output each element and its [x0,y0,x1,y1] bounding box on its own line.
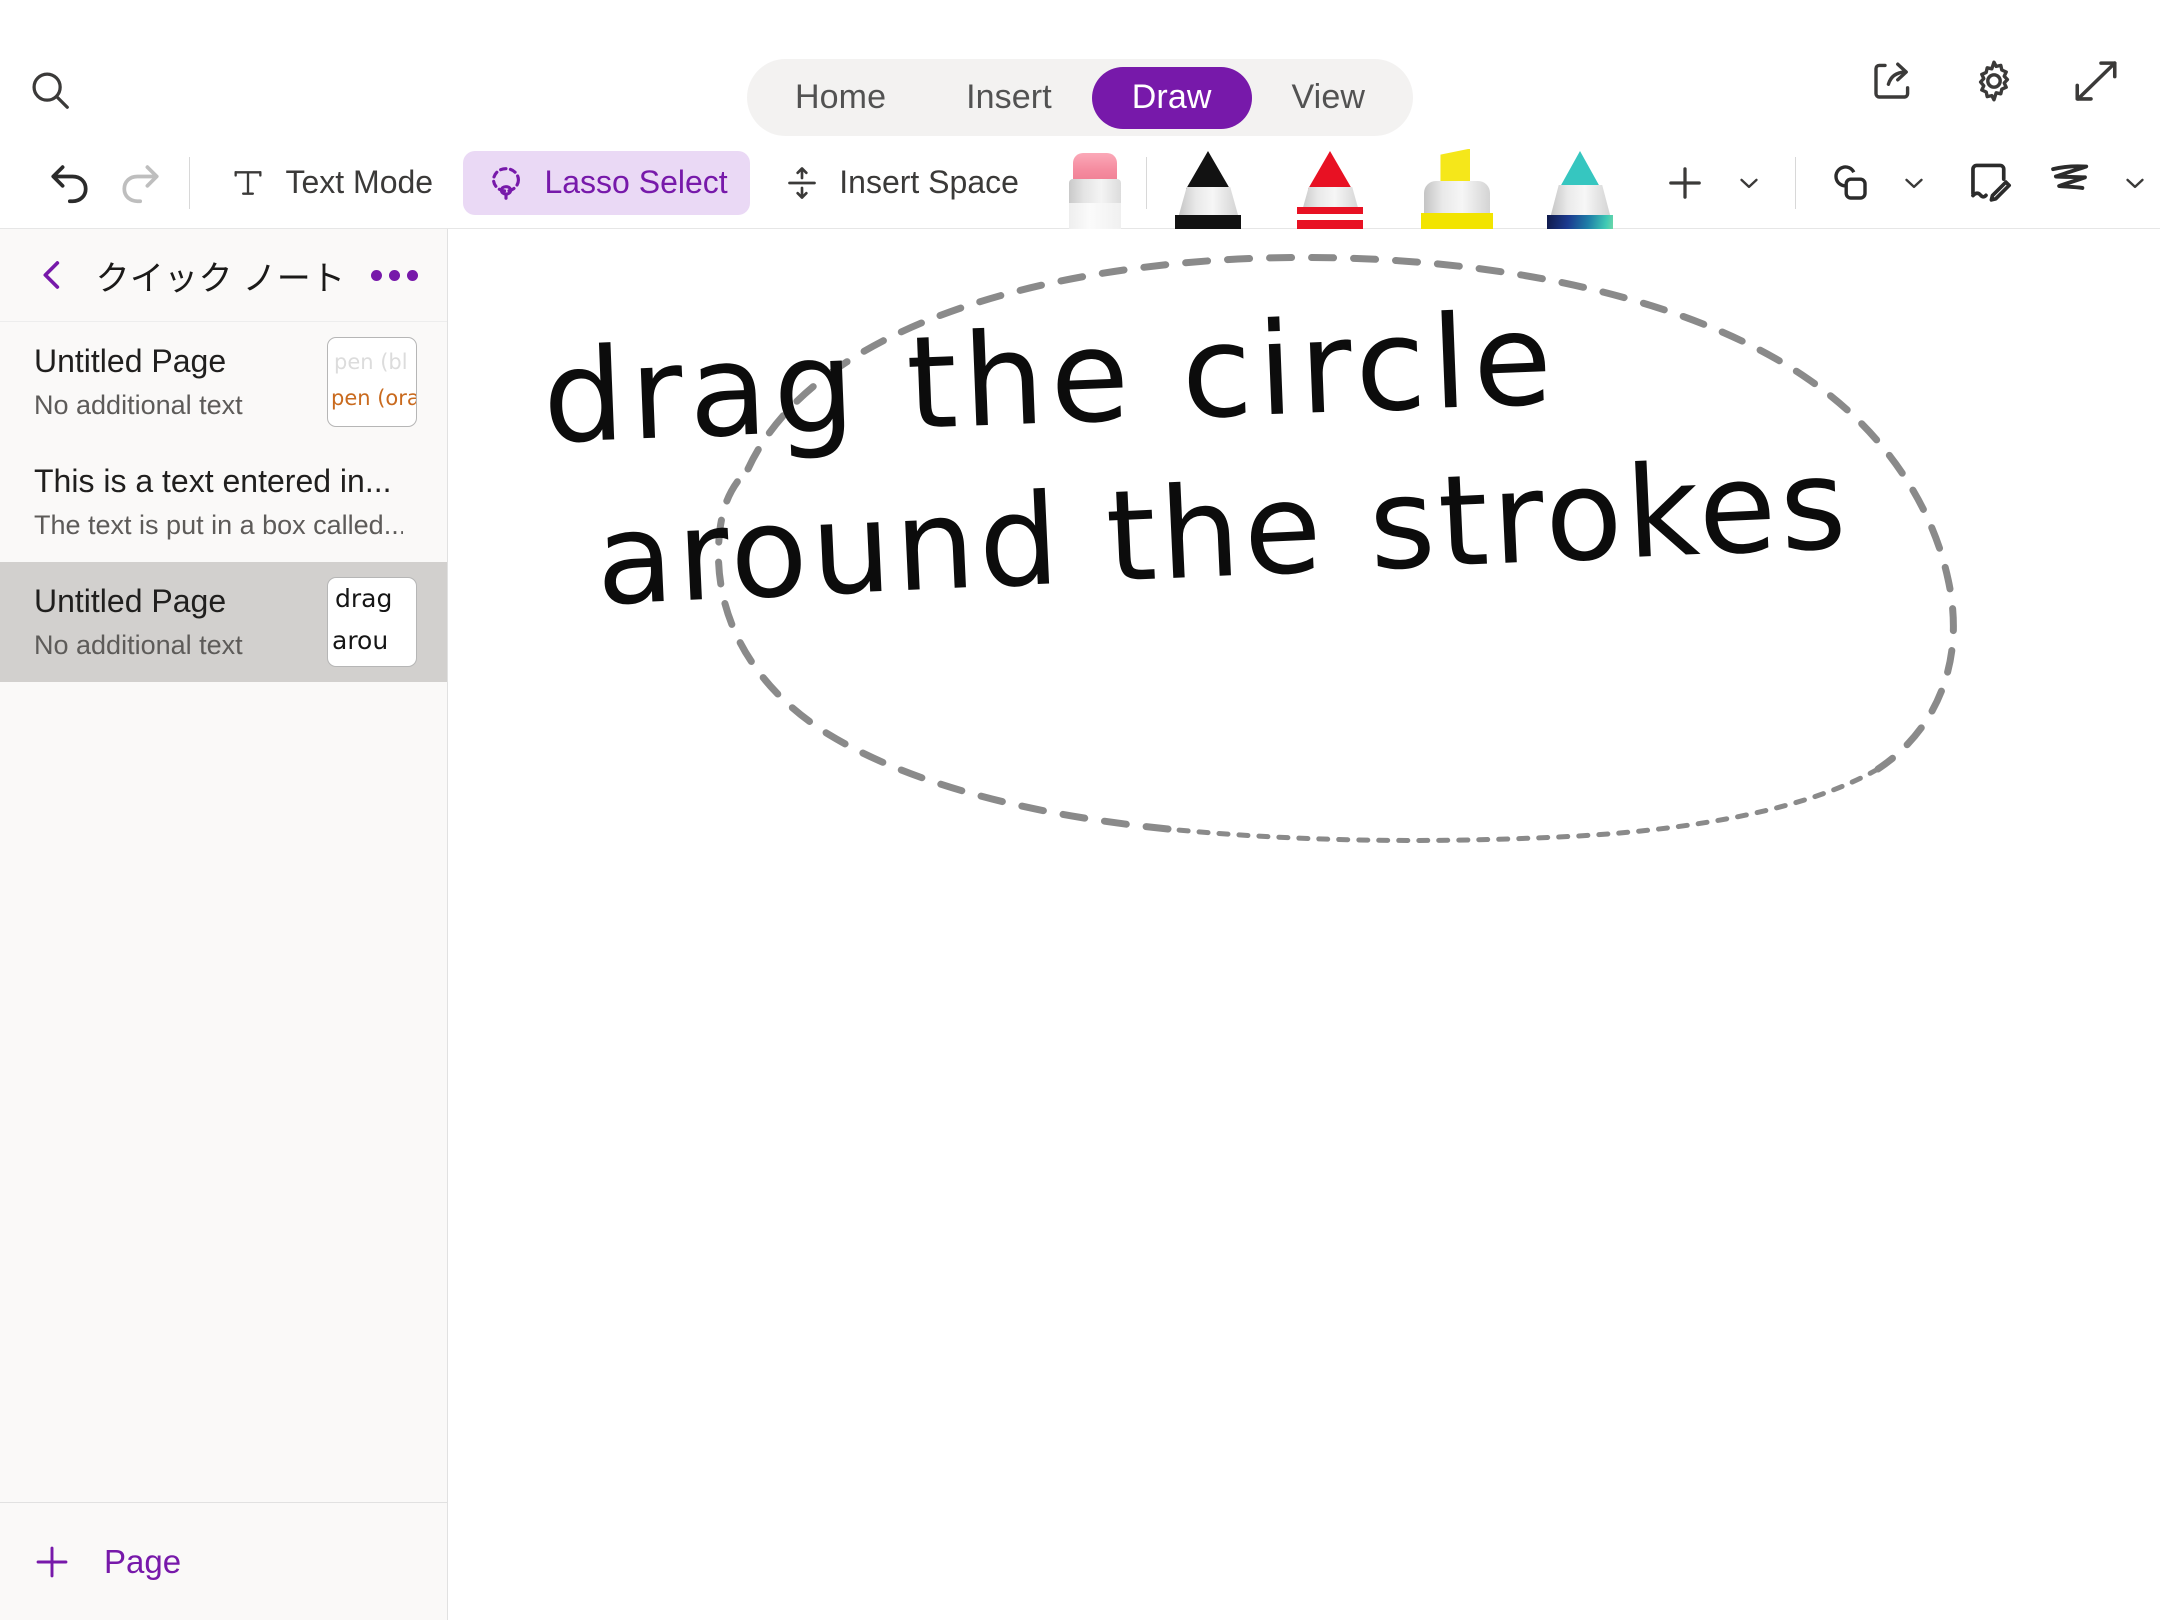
expand-icon[interactable] [2068,53,2124,109]
gear-icon[interactable] [1966,53,2022,109]
page-thumbnail: pen (bl pen (ora [327,337,417,427]
lasso-icon [485,162,527,204]
app-root: Home Insert Draw View [0,0,2160,1620]
chevron-down-icon [1899,168,1929,198]
ribbon-divider [189,157,190,209]
back-chevron-icon[interactable] [30,253,74,297]
sidebar-footer: Page [0,1502,447,1620]
redo-button[interactable] [111,149,167,217]
page-item-subtitle: The text is put in a box called... [34,505,403,545]
top-bar: Home Insert Draw View [0,0,2160,137]
insert-space-icon [782,163,822,203]
lasso-select-button[interactable]: Lasso Select [463,151,749,215]
tab-draw[interactable]: Draw [1092,67,1252,129]
draw-ribbon: Text Mode Lasso Select I [0,137,2160,229]
pen-tray [1059,137,1131,229]
add-page-button[interactable]: Page [30,1540,181,1584]
tools-divider [1795,157,1796,209]
add-page-label: Page [104,1543,181,1581]
sidebar-header: クイック ノート [0,229,447,322]
page-item-title: Untitled Page [34,339,313,383]
search-icon[interactable] [22,62,78,118]
add-pen-button[interactable] [1652,151,1774,215]
notebook-title: クイック ノート [74,251,367,300]
page-thumbnail: drag arou [327,577,417,667]
insert-space-label: Insert Space [839,164,1019,201]
tab-view[interactable]: View [1252,67,1405,129]
page-item-subtitle: No additional text [34,625,313,665]
ink-replay-button[interactable] [2034,151,2160,215]
lasso-selection-outline [448,229,2160,1620]
page-item-text: This is a text entered in... The text is… [34,459,417,545]
thumbnail-ink-line: pen (bl [334,350,408,374]
tab-home[interactable]: Home [755,67,926,129]
thumbnail-ink-line: drag [335,584,392,613]
page-list-item-selected[interactable]: Untitled Page No additional text drag ar… [0,562,447,682]
more-options-icon[interactable] [367,253,421,297]
page-list-item[interactable]: Untitled Page No additional text pen (bl… [0,322,447,442]
thumbnail-ink-line: pen (ora [331,386,417,410]
note-canvas[interactable]: drag the circle around the strokes [448,229,2160,1620]
eraser-tool[interactable] [1059,137,1131,229]
thumbnail-ink-line: arou [332,626,388,655]
shapes-button[interactable] [1817,151,1939,215]
pen-divider [1146,157,1147,209]
plus-icon [1662,160,1708,206]
text-mode-icon [228,163,268,203]
text-mode-label: Text Mode [285,164,433,201]
lasso-select-label: Lasso Select [544,164,727,201]
main-body: クイック ノート Untitled Page No additional tex… [0,229,2160,1620]
shapes-icon [1827,159,1875,207]
pen-galaxy-tool[interactable] [1538,137,1626,229]
scribble-icon [2044,157,2096,209]
chevron-down-icon [2120,168,2150,198]
text-mode-button[interactable]: Text Mode [212,151,449,215]
top-bar-actions [1864,53,2124,109]
pages-list: Untitled Page No additional text pen (bl… [0,322,447,1502]
pen-black-tool[interactable] [1166,137,1254,229]
pen-red-tool[interactable] [1288,137,1376,229]
page-item-title: This is a text entered in... [34,459,403,503]
page-item-subtitle: No additional text [34,385,313,425]
insert-space-button[interactable]: Insert Space [766,151,1035,215]
page-item-text: Untitled Page No additional text [34,579,327,665]
page-item-text: Untitled Page No additional text [34,339,327,425]
plus-icon [30,1540,74,1584]
tab-insert[interactable]: Insert [926,67,1092,129]
undo-button[interactable] [43,149,99,217]
chevron-down-icon [1734,168,1764,198]
page-item-title: Untitled Page [34,579,313,623]
ribbon-tab-bar: Home Insert Draw View [747,59,1413,136]
ink-to-text-button[interactable] [1963,143,2015,223]
share-icon[interactable] [1864,53,1920,109]
pages-sidebar: クイック ノート Untitled Page No additional tex… [0,229,448,1620]
highlighter-yellow-tool[interactable] [1410,137,1504,229]
page-list-item[interactable]: This is a text entered in... The text is… [0,442,447,562]
